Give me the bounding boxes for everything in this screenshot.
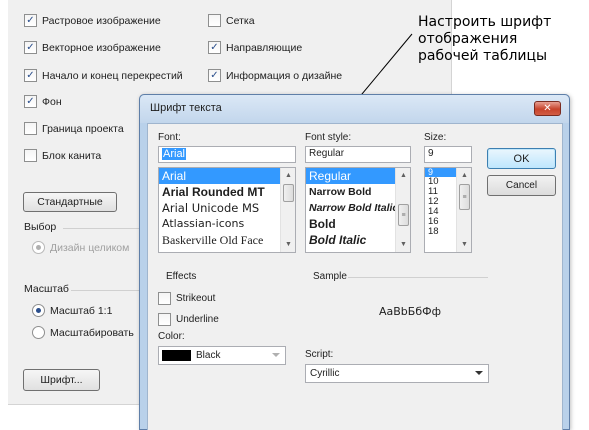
checkbox-box[interactable] <box>24 122 37 135</box>
scroll-down-icon[interactable]: ▼ <box>457 237 471 252</box>
dialog-titlebar[interactable]: Шрифт текста ✕ <box>140 95 569 123</box>
font-style-label: Font style: <box>305 132 352 143</box>
font-name-value: Arial <box>162 148 187 160</box>
color-value: Black <box>196 350 221 361</box>
checkbox-label: Блок канита <box>42 149 102 162</box>
scroll-up-icon[interactable]: ▲ <box>457 168 471 183</box>
font-list-item[interactable]: Baskerville Old Face <box>159 232 295 248</box>
checkbox-vector-image[interactable]: ✓ Векторное изображение <box>24 41 161 54</box>
font-label: Font: <box>158 132 181 143</box>
size-list[interactable]: 9 10 11 12 14 16 18 ▲ ≡ ▼ <box>424 167 472 253</box>
radio-circle[interactable] <box>32 304 45 317</box>
radio-scale-1-1[interactable]: Масштаб 1:1 <box>32 304 112 317</box>
checkbox-box[interactable]: ✓ <box>24 95 37 108</box>
checkbox-label: Начало и конец перекрестий <box>42 69 183 82</box>
choice-group-label: Выбор <box>24 221 57 233</box>
cancel-button[interactable]: Cancel <box>487 175 556 196</box>
group-divider <box>71 290 143 291</box>
chevron-down-icon[interactable] <box>475 371 483 375</box>
checkbox-raster-image[interactable]: ✓ Растровое изображение <box>24 14 161 27</box>
font-style-input[interactable]: Regular <box>305 146 411 163</box>
color-swatch <box>162 350 191 361</box>
checkbox-guides[interactable]: ✓ Направляющие <box>208 41 302 54</box>
effects-label: Effects <box>166 271 197 282</box>
checkbox-label: Сетка <box>226 14 255 27</box>
checkbox-box[interactable]: ✓ <box>24 41 37 54</box>
checkbox-block[interactable]: Блок канита <box>24 149 101 162</box>
font-list-item[interactable]: Arial Unicode MS <box>159 200 295 216</box>
checkbox-background[interactable]: ✓ Фон <box>24 95 62 108</box>
checkbox-box[interactable]: ✓ <box>24 14 37 27</box>
strikeout-label: Strikeout <box>176 293 216 304</box>
ok-button[interactable]: OK <box>487 148 556 169</box>
sample-label: Sample <box>313 271 347 282</box>
size-input[interactable]: 9 <box>424 146 472 163</box>
color-label: Color: <box>158 331 185 342</box>
font-style-list[interactable]: Regular Narrow Bold Narrow Bold Italic B… <box>305 167 411 253</box>
annotation-line: отображения <box>418 31 518 47</box>
checkbox-label: Векторное изображение <box>42 41 161 54</box>
scroll-up-icon[interactable]: ▲ <box>281 168 295 183</box>
underline-checkbox[interactable]: Underline <box>158 313 219 326</box>
sample-preview: AaBbБбФф <box>379 305 441 318</box>
checkbox-box[interactable]: ✓ <box>208 69 221 82</box>
scroll-down-icon[interactable]: ▼ <box>281 237 295 252</box>
checkbox-box[interactable] <box>158 292 171 305</box>
font-list[interactable]: Arial Arial Rounded MT Arial Unicode MS … <box>158 167 296 253</box>
checkbox-box[interactable] <box>158 313 171 326</box>
dialog-client: Font: Arial Arial Arial Rounded MT Arial… <box>147 123 563 430</box>
radio-label: Масштабировать <box>50 326 134 339</box>
scroll-up-icon[interactable]: ▲ <box>396 168 410 183</box>
close-icon[interactable]: ✕ <box>534 101 561 116</box>
color-dropdown[interactable]: Black <box>158 346 286 365</box>
checkbox-project-border[interactable]: Граница проекта <box>24 122 124 135</box>
checkbox-label: Направляющие <box>226 41 303 54</box>
font-list-item[interactable]: Arial Rounded MT <box>159 184 295 200</box>
radio-label: Дизайн целиком <box>50 241 130 254</box>
font-list-item[interactable]: Atlassian-icons <box>159 216 295 232</box>
checkbox-label: Растровое изображение <box>42 14 161 27</box>
size-scrollbar[interactable]: ▲ ≡ ▼ <box>456 168 471 252</box>
strikeout-checkbox[interactable]: Strikeout <box>158 292 215 305</box>
standard-button[interactable]: Стандартные <box>23 192 117 212</box>
script-value: Cyrillic <box>310 368 340 379</box>
chevron-down-icon[interactable] <box>272 353 280 357</box>
checkbox-label: Фон <box>42 95 62 108</box>
radio-whole-design[interactable]: Дизайн целиком <box>32 241 129 254</box>
scroll-thumb[interactable]: ≡ <box>459 184 470 210</box>
radio-label: Масштаб 1:1 <box>50 304 113 317</box>
font-dialog: Шрифт текста ✕ Font: Arial Arial Arial R… <box>139 94 570 430</box>
scale-group-label: Масштаб <box>24 283 69 295</box>
checkbox-design-info[interactable]: ✓ Информация о дизайне <box>208 69 342 82</box>
checkbox-label: Информация о дизайне <box>226 69 343 82</box>
annotation-line: Настроить шрифт <box>418 14 552 30</box>
checkbox-crosshairs[interactable]: ✓ Начало и конец перекрестий <box>24 69 183 82</box>
font-style-scrollbar[interactable]: ▲ ≡ ▼ <box>395 168 410 252</box>
script-label: Script: <box>305 349 334 360</box>
checkbox-box[interactable] <box>24 149 37 162</box>
checkbox-box[interactable]: ✓ <box>24 69 37 82</box>
font-list-item[interactable]: Arial <box>159 168 295 184</box>
font-list-scrollbar[interactable]: ▲ ▼ <box>280 168 295 252</box>
radio-circle[interactable] <box>32 326 45 339</box>
scroll-thumb[interactable]: ≡ <box>398 204 409 226</box>
sample-divider <box>348 277 488 278</box>
radio-circle[interactable] <box>32 241 45 254</box>
font-button[interactable]: Шрифт... <box>23 369 100 391</box>
checkbox-grid[interactable]: Сетка <box>208 14 255 27</box>
size-label: Size: <box>424 132 447 143</box>
script-dropdown[interactable]: Cyrillic <box>305 364 489 383</box>
checkbox-box[interactable] <box>208 14 221 27</box>
checkbox-box[interactable]: ✓ <box>208 41 221 54</box>
font-name-input[interactable]: Arial <box>158 146 296 163</box>
dialog-title: Шрифт текста <box>150 102 222 114</box>
annotation-line: рабочей таблицы <box>418 48 548 64</box>
underline-label: Underline <box>176 314 219 325</box>
scroll-down-icon[interactable]: ▼ <box>396 237 410 252</box>
radio-scale-fit[interactable]: Масштабировать <box>32 326 134 339</box>
checkbox-label: Граница проекта <box>42 122 124 135</box>
annotation-text: Настроить шрифт отображения рабочей табл… <box>418 14 551 65</box>
scroll-thumb[interactable] <box>283 184 294 202</box>
group-divider <box>63 228 143 229</box>
